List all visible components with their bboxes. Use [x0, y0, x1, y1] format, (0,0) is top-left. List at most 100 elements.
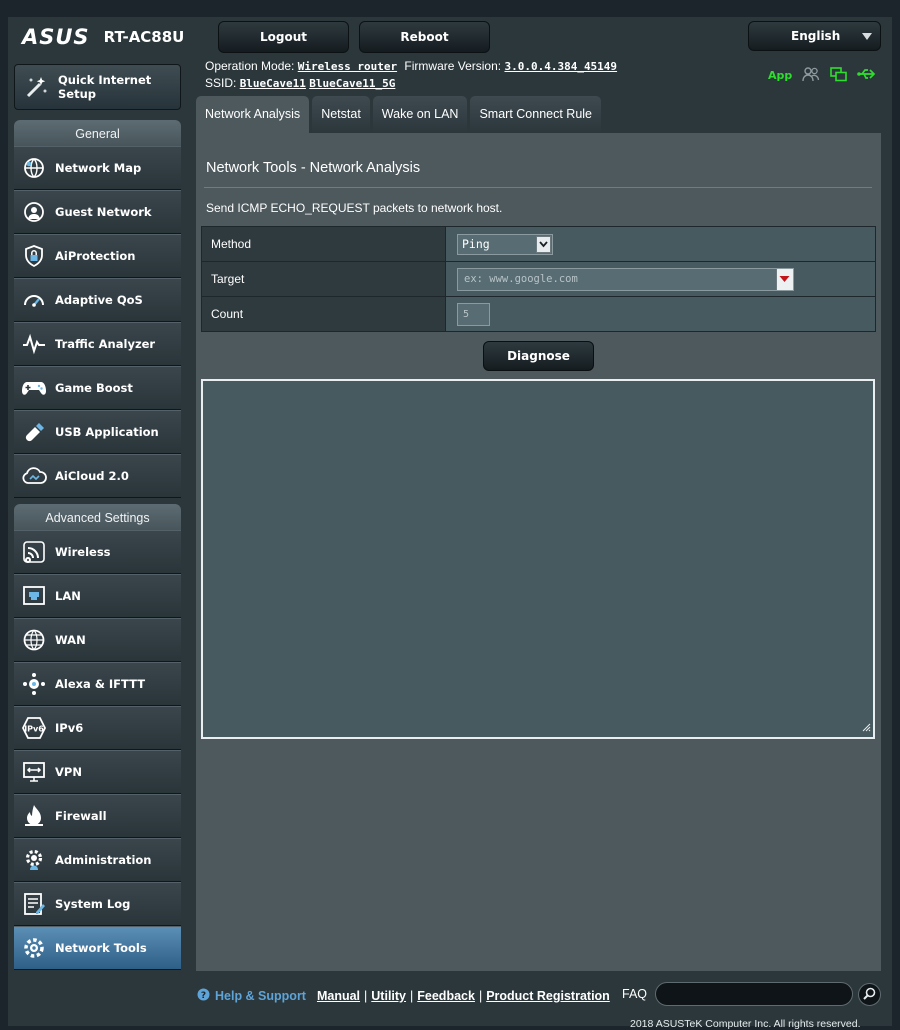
output-textarea[interactable] — [201, 379, 875, 739]
utility-link[interactable]: Utility — [371, 989, 406, 1003]
admin-gear-icon — [20, 847, 47, 874]
sidebar-item-label: WAN — [55, 633, 86, 647]
sidebar-item-label: LAN — [55, 589, 81, 603]
count-label: Count — [201, 296, 446, 332]
sidebar-item-label: VPN — [55, 765, 82, 779]
sidebar-item-wan[interactable]: WAN — [14, 618, 181, 662]
feedback-link[interactable]: Feedback — [417, 989, 475, 1003]
main-panel: Network Tools - Network Analysis Send IC… — [196, 133, 881, 971]
sidebar-item-administration[interactable]: Administration — [14, 838, 181, 882]
target-dropdown-button[interactable] — [776, 268, 793, 290]
sidebar-item-guest-network[interactable]: Guest Network — [14, 190, 181, 234]
link-separator: | — [478, 989, 483, 1003]
tab-wake-on-lan[interactable]: Wake on LAN — [372, 96, 468, 133]
product-registration-link[interactable]: Product Registration — [486, 989, 610, 1003]
logout-button[interactable]: Logout — [218, 21, 349, 53]
sidebar-item-label: Administration — [55, 853, 152, 867]
target-cell: ex: www.google.com — [445, 261, 876, 297]
language-value: English — [791, 29, 841, 43]
diagnose-button[interactable]: Diagnose — [483, 341, 594, 371]
sidebar-item-label: Adaptive QoS — [55, 293, 143, 307]
sidebar-item-firewall[interactable]: Firewall — [14, 794, 181, 838]
ssid-link-1[interactable]: BlueCave11 — [240, 77, 306, 90]
sidebar-item-aicloud[interactable]: AiCloud 2.0 — [14, 454, 181, 498]
resize-grip-icon[interactable] — [862, 721, 871, 735]
sidebar-item-label: Firewall — [55, 809, 107, 823]
sidebar-item-label: Wireless — [55, 545, 111, 559]
sidebar-item-wireless[interactable]: Wireless — [14, 530, 181, 574]
devices-icon[interactable] — [830, 66, 848, 85]
sidebar-item-vpn[interactable]: VPN — [14, 750, 181, 794]
lan-icon — [20, 583, 47, 610]
sidebar-item-label: IPv6 — [55, 721, 84, 735]
guest-network-icon — [20, 199, 47, 226]
link-separator: | — [410, 989, 414, 1003]
sidebar-item-aiprotection[interactable]: AiProtection — [14, 234, 181, 278]
sidebar-item-adaptive-qos[interactable]: Adaptive QoS — [14, 278, 181, 322]
sidebar-item-lan[interactable]: LAN — [14, 574, 181, 618]
usb-stick-icon — [20, 419, 47, 446]
wifi-icon — [20, 539, 47, 566]
model-name: RT-AC88U — [103, 28, 185, 46]
advanced-menu: Wireless LAN WAN Alexa & IFTTT IPv6 IPv6… — [14, 530, 181, 970]
quick-internet-setup-button[interactable]: Quick Internet Setup — [14, 64, 181, 110]
target-input[interactable]: ex: www.google.com — [457, 267, 794, 291]
usb-icon[interactable] — [857, 67, 877, 84]
sidebar-item-label: AiCloud 2.0 — [55, 469, 129, 483]
sidebar-item-system-log[interactable]: System Log — [14, 882, 181, 926]
form-row-target: Target ex: www.google.com — [201, 261, 876, 297]
sidebar-item-usb-application[interactable]: USB Application — [14, 410, 181, 454]
ssid-link-2[interactable]: BlueCave11_5G — [309, 77, 395, 90]
globe-icon — [20, 627, 47, 654]
system-log-icon — [20, 891, 47, 918]
wand-icon — [23, 74, 50, 101]
speedometer-icon — [20, 287, 47, 314]
vpn-icon — [20, 759, 47, 786]
language-select[interactable]: English — [748, 21, 881, 51]
tab-netstat[interactable]: Netstat — [312, 96, 370, 133]
faq-search-button[interactable] — [858, 983, 881, 1006]
ssid-label: SSID: — [205, 76, 237, 90]
asus-logo: ASUS RT-AC88U — [22, 22, 184, 52]
op-mode-link[interactable]: Wireless router — [298, 60, 397, 73]
alexa-icon — [20, 671, 47, 698]
sidebar-item-network-map[interactable]: Network Map — [14, 146, 181, 190]
tab-smart-connect-rule[interactable]: Smart Connect Rule — [470, 96, 602, 133]
count-cell: 5 — [445, 296, 876, 332]
help-support-link[interactable]: ? Help & Support — [197, 988, 306, 1004]
ipv6-icon: IPv6 — [20, 715, 47, 742]
target-label: Target — [201, 261, 446, 297]
chevron-down-icon — [536, 235, 551, 253]
manual-link[interactable]: Manual — [317, 989, 360, 1003]
count-input[interactable]: 5 — [457, 302, 490, 326]
form-row-method: Method Ping — [201, 226, 876, 262]
faq-search-input[interactable] — [655, 982, 853, 1006]
sidebar-item-label: Alexa & IFTTT — [55, 677, 146, 691]
sidebar-item-alexa-ifttt[interactable]: Alexa & IFTTT — [14, 662, 181, 706]
sidebar-item-traffic-analyzer[interactable]: Traffic Analyzer — [14, 322, 181, 366]
sidebar-item-label: AiProtection — [55, 249, 136, 263]
app-icon[interactable]: App — [768, 69, 792, 82]
tab-network-analysis[interactable]: Network Analysis — [196, 96, 310, 133]
sidebar-item-label: Game Boost — [55, 381, 133, 395]
sidebar-item-network-tools[interactable]: Network Tools — [14, 926, 181, 970]
sidebar-item-ipv6[interactable]: IPv6 IPv6 — [14, 706, 181, 750]
sidebar-item-label: Network Map — [55, 161, 142, 175]
sidebar-item-label: Traffic Analyzer — [55, 337, 156, 351]
gamepad-icon — [20, 375, 47, 402]
brand-wordmark: ASUS — [22, 25, 90, 49]
tab-bar: Network Analysis Netstat Wake on LAN Sma… — [196, 96, 602, 133]
method-value: Ping — [462, 236, 490, 251]
title-divider — [204, 187, 872, 188]
link-separator: | — [364, 989, 368, 1003]
help-support-label: Help & Support — [215, 989, 306, 1003]
network-map-icon — [20, 155, 47, 182]
method-label: Method — [201, 226, 446, 262]
firmware-label: Firmware Version: — [404, 59, 502, 73]
firmware-link[interactable]: 3.0.0.4.384_45149 — [504, 60, 617, 73]
help-icon: ? — [197, 988, 210, 1004]
clients-icon[interactable] — [802, 66, 820, 85]
reboot-button[interactable]: Reboot — [359, 21, 490, 53]
sidebar-item-game-boost[interactable]: Game Boost — [14, 366, 181, 410]
method-select[interactable]: Ping — [457, 233, 553, 255]
